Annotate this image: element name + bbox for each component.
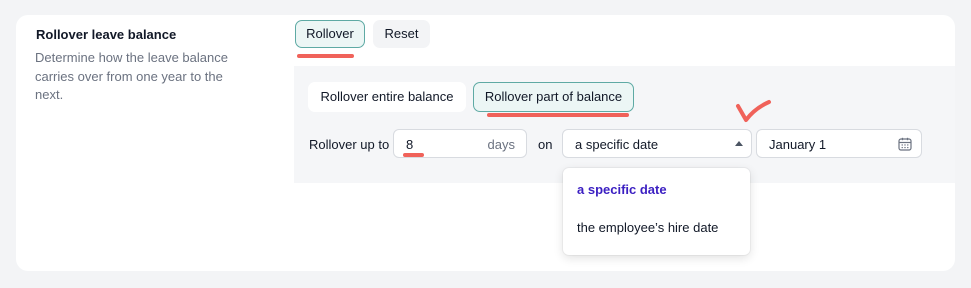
- date-type-select[interactable]: a specific date: [562, 129, 752, 158]
- section-title: Rollover leave balance: [36, 27, 177, 42]
- date-type-value: a specific date: [575, 137, 659, 152]
- caret-up-icon: [735, 141, 743, 146]
- rollover-up-to-label: Rollover up to: [309, 137, 390, 152]
- dropdown-option-specific-date[interactable]: a specific date: [577, 182, 667, 197]
- annotation-underline-amount: [403, 153, 424, 157]
- annotation-underline-part-balance: [487, 113, 629, 117]
- reset-toggle-button[interactable]: Reset: [373, 20, 430, 48]
- dropdown-option-hire-date[interactable]: the employee’s hire date: [577, 220, 718, 235]
- annotation-checkmark: [736, 100, 771, 122]
- rollover-toggle-button[interactable]: Rollover: [295, 20, 365, 48]
- date-value: January 1: [769, 137, 827, 152]
- date-input[interactable]: January 1: [756, 129, 922, 158]
- rollover-amount-unit: days: [487, 137, 515, 152]
- rollover-part-balance-button[interactable]: Rollover part of balance: [473, 82, 634, 112]
- date-type-dropdown-menu: a specific date the employee’s hire date: [563, 168, 750, 255]
- annotation-underline-rollover: [297, 54, 354, 58]
- rollover-entire-balance-button[interactable]: Rollover entire balance: [308, 82, 466, 112]
- on-label: on: [538, 137, 553, 152]
- rollover-amount-value: 8: [406, 137, 414, 152]
- calendar-icon[interactable]: [898, 137, 912, 151]
- section-description: Determine how the leave balance carries …: [35, 50, 228, 102]
